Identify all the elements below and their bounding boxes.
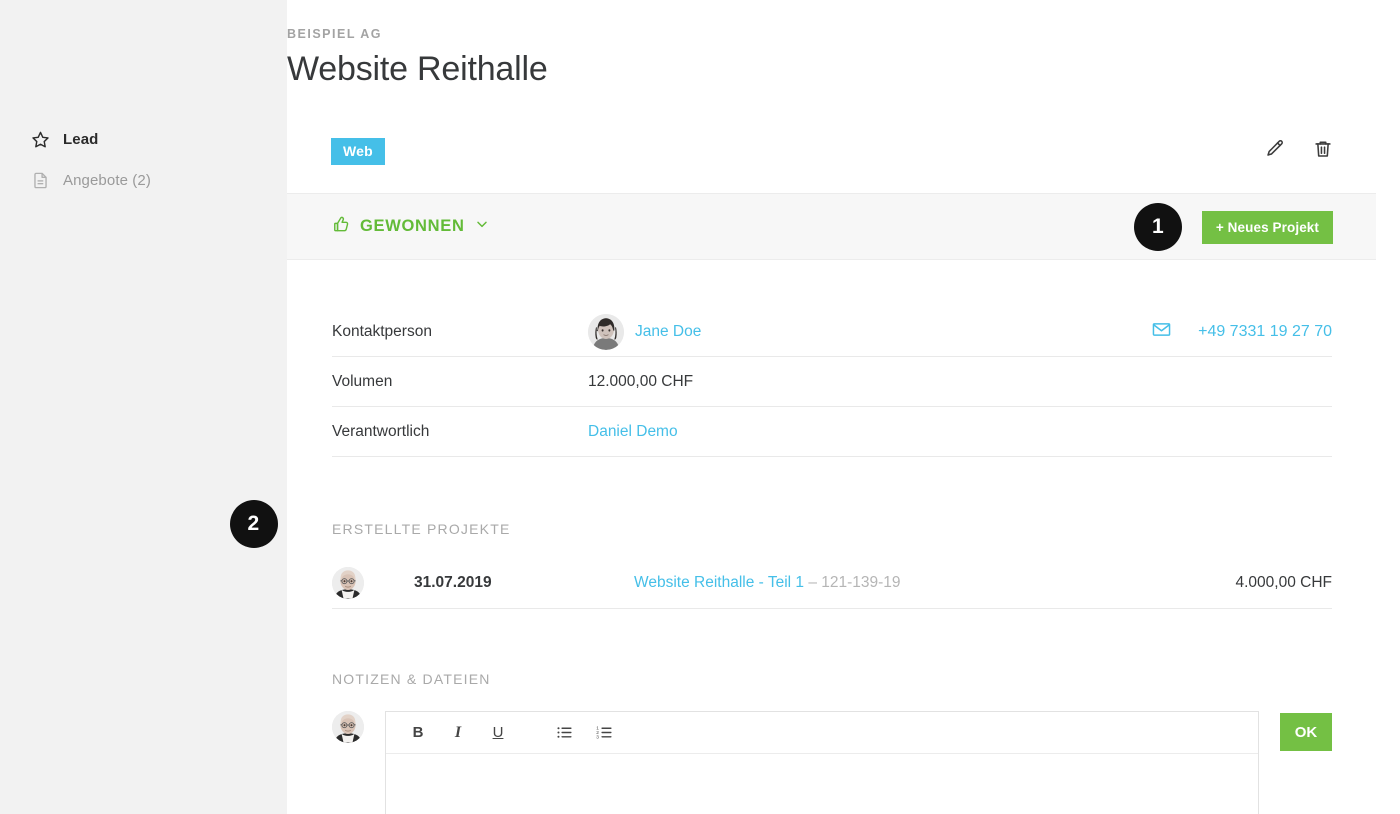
envelope-icon[interactable]: [1151, 319, 1172, 345]
annotation-marker-1: 1: [1133, 203, 1182, 251]
status-label: GEWONNEN: [360, 217, 465, 235]
project-name-cell: Website Reithalle - Teil 1 – 121-139-19: [634, 574, 901, 592]
sidebar-item-lead[interactable]: Lead: [0, 124, 287, 154]
detail-label: Verantwortlich: [332, 422, 430, 440]
projects-section-label: ERSTELLTE PROJEKTE: [332, 521, 511, 537]
detail-label: Volumen: [332, 372, 393, 390]
chevron-down-icon[interactable]: [474, 216, 490, 237]
notes-section-title: NOTIZEN & DATEIEN: [332, 671, 491, 687]
trash-icon[interactable]: [1312, 138, 1334, 160]
notes-editor-wrap: B I U 1 2 3 OK: [332, 711, 1332, 814]
status-bar: GEWONNEN 1 + Neues Projekt: [287, 194, 1376, 260]
project-separator: –: [808, 573, 817, 591]
project-id: 121-139-19: [821, 573, 901, 591]
detail-label: Kontaktperson: [332, 322, 432, 340]
sidebar-item-angebote[interactable]: Angebote (2): [0, 165, 287, 195]
bullet-list-icon[interactable]: [544, 712, 584, 754]
annotation-marker-2-wrap: 2: [230, 500, 278, 548]
contact-phone-link[interactable]: +49 7331 19 27 70: [1198, 323, 1332, 341]
bold-icon[interactable]: B: [398, 712, 438, 754]
thumbs-up-icon: [332, 215, 351, 239]
document-icon: [31, 171, 50, 190]
editor-toolbar: B I U 1 2 3: [386, 712, 1258, 754]
status-dropdown[interactable]: GEWONNEN: [332, 215, 490, 239]
contact-avatar: [588, 313, 624, 350]
page-title: Website Reithalle: [287, 50, 548, 88]
lead-card: Web GEWONNEN 1 + Neues Projekt Kontaktpe…: [230, 108, 1376, 814]
card-header: Web: [287, 108, 1376, 194]
detail-value: Jane Doe: [588, 313, 701, 350]
table-row: 31.07.2019 Website Reithalle - Teil 1 – …: [332, 557, 1332, 609]
star-icon: [31, 130, 50, 149]
detail-value: Daniel Demo: [588, 423, 678, 441]
notes-editor: B I U 1 2 3: [385, 711, 1259, 814]
contact-actions: +49 7331 19 27 70: [1151, 307, 1332, 357]
sidebar-item-label: Lead: [63, 130, 99, 148]
detail-row-volumen: Volumen 12.000,00 CHF: [332, 357, 1332, 407]
current-user-avatar: [332, 711, 364, 743]
category-tag[interactable]: Web: [331, 138, 385, 165]
notes-input[interactable]: [386, 754, 1258, 814]
detail-value: 12.000,00 CHF: [588, 372, 694, 390]
responsible-person-link[interactable]: Daniel Demo: [588, 423, 678, 441]
page-root: Lead Angebote (2) BEISPIEL AG Website Re…: [0, 0, 1400, 814]
project-amount: 4.000,00 CHF: [1235, 573, 1333, 591]
numbered-list-icon[interactable]: 1 2 3: [584, 712, 624, 754]
edit-pencil-icon[interactable]: [1264, 138, 1286, 160]
contact-person-link[interactable]: Jane Doe: [635, 323, 701, 341]
status-bar-actions: 1 + Neues Projekt: [1133, 194, 1333, 260]
notes-ok-button[interactable]: OK: [1280, 713, 1332, 751]
company-name: BEISPIEL AG: [287, 27, 382, 41]
projects-section-title: 2 ERSTELLTE PROJEKTE: [230, 500, 1332, 548]
project-date: 31.07.2019: [414, 573, 492, 591]
card-body: Kontaktperson Jane Doe +49 7331 19 27 70…: [230, 307, 1376, 814]
annotation-marker-2: 2: [230, 500, 278, 548]
svg-text:3: 3: [596, 734, 599, 740]
sidebar: Lead Angebote (2): [0, 0, 287, 814]
detail-row-kontaktperson: Kontaktperson Jane Doe +49 7331 19 27 70: [332, 307, 1332, 357]
underline-icon[interactable]: U: [478, 712, 518, 754]
project-link[interactable]: Website Reithalle - Teil 1: [634, 574, 804, 591]
project-owner-avatar: [332, 566, 364, 599]
new-project-button[interactable]: + Neues Projekt: [1201, 210, 1333, 244]
card-header-actions: [1264, 138, 1334, 160]
page-header: BEISPIEL AG Website Reithalle: [287, 0, 1400, 89]
italic-icon[interactable]: I: [438, 712, 478, 754]
detail-row-verantwortlich: Verantwortlich Daniel Demo: [332, 407, 1332, 457]
sidebar-item-label: Angebote (2): [63, 171, 151, 189]
